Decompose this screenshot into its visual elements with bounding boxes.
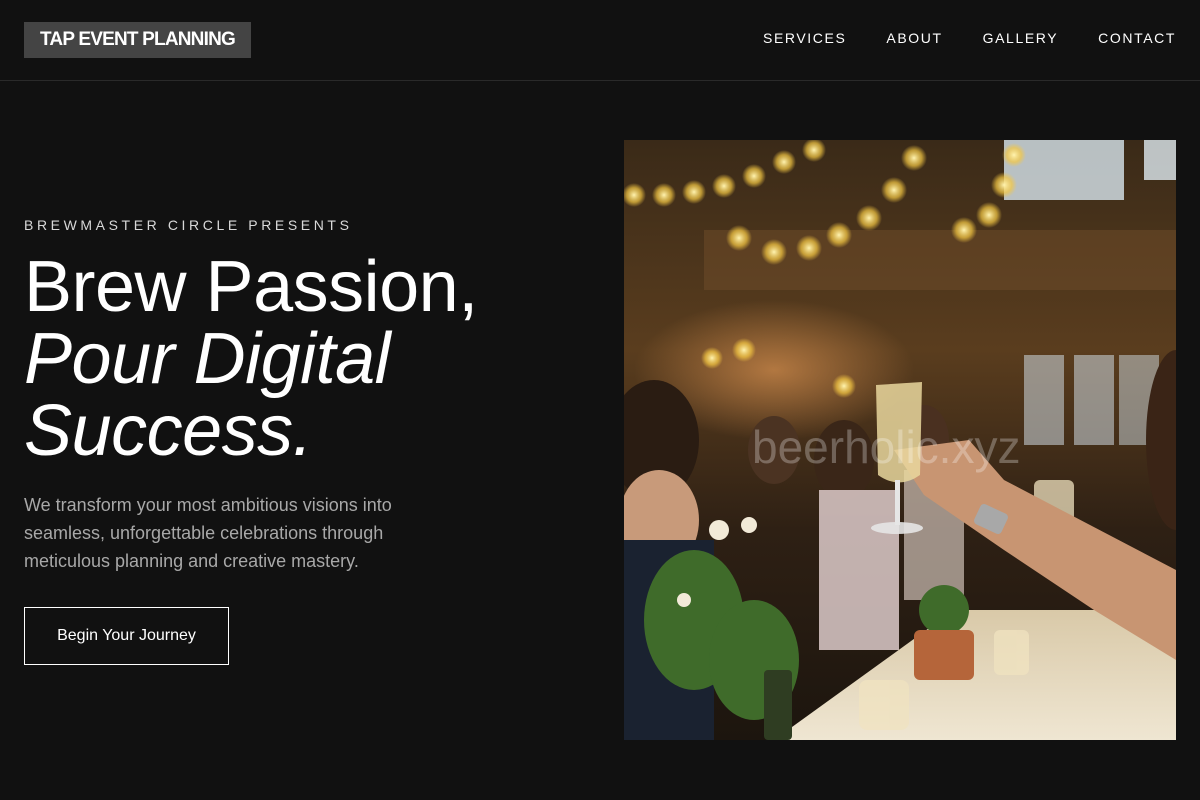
nav-about[interactable]: ABOUT — [886, 29, 942, 47]
headline-line-3: Success. — [24, 391, 313, 471]
begin-journey-button[interactable]: Begin Your Journey — [24, 607, 229, 665]
headline-line-2: Pour Digital — [24, 319, 391, 399]
logo[interactable]: TAP EVENT PLANNING — [24, 22, 251, 58]
headline-line-1: Brew Passion, — [24, 247, 478, 327]
hero-eyebrow: BREWMASTER CIRCLE PRESENTS — [24, 217, 353, 233]
hero-image: beerholic.xyz — [624, 140, 1176, 740]
hero-description: We transform your most ambitious visions… — [24, 495, 392, 571]
image-watermark: beerholic.xyz — [752, 421, 1021, 473]
nav-services[interactable]: SERVICES — [763, 29, 846, 47]
main-nav: SERVICES ABOUT GALLERY CONTACT — [763, 29, 1176, 47]
site-header: TAP EVENT PLANNING SERVICES ABOUT GALLER… — [0, 0, 1200, 81]
nav-gallery[interactable]: GALLERY — [983, 29, 1059, 47]
hero-headline: Brew Passion, Pour Digital Success. — [24, 251, 584, 467]
nav-contact[interactable]: CONTACT — [1098, 29, 1176, 47]
